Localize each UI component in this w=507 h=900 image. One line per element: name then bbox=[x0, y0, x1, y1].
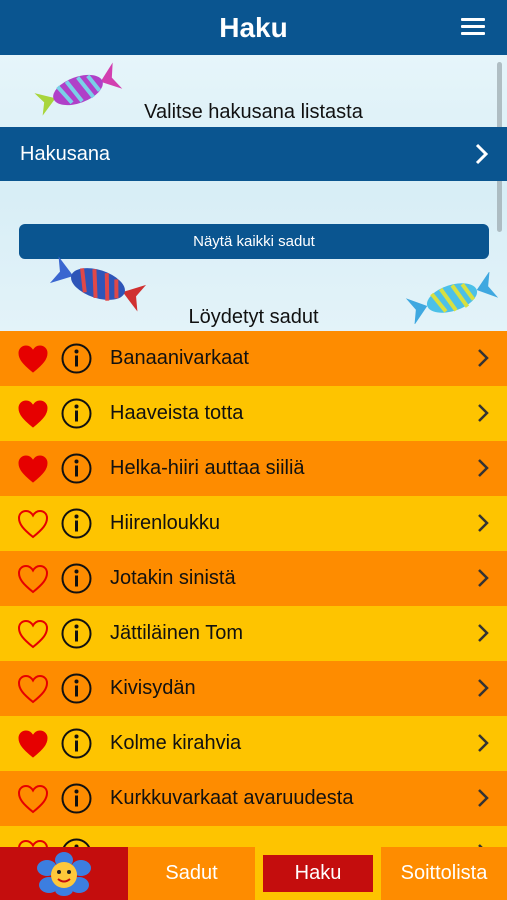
info-icon[interactable] bbox=[61, 728, 92, 759]
heart-outline-icon[interactable] bbox=[17, 674, 49, 704]
story-title: Hiirenloukku bbox=[110, 512, 221, 534]
heart-filled-icon[interactable] bbox=[17, 399, 49, 429]
heart-outline-icon[interactable] bbox=[17, 839, 49, 847]
chevron-right-icon bbox=[478, 789, 489, 807]
story-row[interactable]: Jättiläinen Tom bbox=[0, 606, 507, 661]
heart-outline-icon[interactable] bbox=[17, 784, 49, 814]
story-row[interactable]: Hiirenloukku bbox=[0, 496, 507, 551]
info-icon[interactable] bbox=[61, 838, 92, 847]
story-row[interactable]: Jotakin sinistä bbox=[0, 551, 507, 606]
tab-soittolista[interactable]: Soittolista bbox=[381, 847, 507, 900]
heart-filled-icon[interactable] bbox=[17, 454, 49, 484]
story-row[interactable]: Haaveista totta bbox=[0, 386, 507, 441]
hamburger-menu-icon[interactable] bbox=[461, 18, 485, 38]
found-stories-title: Löydetyt sadut bbox=[188, 306, 319, 328]
story-row[interactable]: Kivisydän bbox=[0, 661, 507, 716]
flower-logo-icon bbox=[37, 851, 91, 896]
info-icon[interactable] bbox=[61, 508, 92, 539]
info-icon[interactable] bbox=[61, 618, 92, 649]
chevron-right-icon bbox=[478, 624, 489, 642]
header-bar: Haku bbox=[0, 0, 507, 55]
story-row[interactable]: Kolme kirahvia bbox=[0, 716, 507, 771]
chevron-right-icon bbox=[478, 514, 489, 532]
info-icon[interactable] bbox=[61, 673, 92, 704]
story-title: Kivisydän bbox=[110, 677, 196, 699]
tab-home[interactable] bbox=[0, 847, 128, 900]
chevron-right-icon bbox=[478, 349, 489, 367]
story-row[interactable]: Kurkkuvarkaat avaruudesta bbox=[0, 771, 507, 826]
search-term-label: Hakusana bbox=[20, 143, 111, 165]
candy-icon bbox=[49, 256, 147, 312]
info-icon[interactable] bbox=[61, 563, 92, 594]
tab-sadut[interactable]: Sadut bbox=[128, 847, 255, 900]
heart-outline-icon[interactable] bbox=[17, 509, 49, 539]
story-list: Banaanivarkaat Haaveista totta Helka-hiiri… bbox=[0, 331, 507, 847]
heart-filled-icon[interactable] bbox=[17, 729, 49, 759]
heart-outline-icon[interactable] bbox=[17, 564, 49, 594]
search-prompt: Valitse hakusana listasta bbox=[144, 101, 363, 123]
story-row[interactable] bbox=[0, 826, 507, 847]
info-icon[interactable] bbox=[61, 343, 92, 374]
story-title: Banaanivarkaat bbox=[110, 347, 249, 369]
show-all-button[interactable]: Näytä kaikki sadut bbox=[19, 224, 489, 259]
info-icon[interactable] bbox=[61, 453, 92, 484]
tab-haku-label: Haku bbox=[263, 855, 373, 892]
chevron-right-icon bbox=[478, 734, 489, 752]
tab-haku[interactable]: Haku bbox=[255, 847, 381, 900]
chevron-right-icon bbox=[475, 143, 489, 165]
story-title: Jättiläinen Tom bbox=[110, 622, 244, 644]
tab-bar: Sadut Haku Soittolista bbox=[0, 847, 507, 900]
search-term-selector[interactable]: Hakusana bbox=[0, 127, 507, 181]
story-title: Helka-hiiri auttaa siiliä bbox=[110, 457, 305, 479]
chevron-right-icon bbox=[478, 679, 489, 697]
story-title: Kurkkuvarkaat avaruudesta bbox=[110, 787, 354, 809]
story-title: Kolme kirahvia bbox=[110, 732, 242, 754]
story-title: Jotakin sinistä bbox=[110, 567, 236, 589]
info-icon[interactable] bbox=[61, 398, 92, 429]
page-title: Haku bbox=[219, 12, 288, 43]
chevron-right-icon bbox=[478, 404, 489, 422]
story-row[interactable]: Banaanivarkaat bbox=[0, 331, 507, 386]
chevron-right-icon bbox=[478, 569, 489, 587]
story-row[interactable]: Helka-hiiri auttaa siiliä bbox=[0, 441, 507, 496]
story-title: Haaveista totta bbox=[110, 402, 244, 424]
chevron-right-icon bbox=[478, 459, 489, 477]
heart-filled-icon[interactable] bbox=[17, 344, 49, 374]
heart-outline-icon[interactable] bbox=[17, 619, 49, 649]
info-icon[interactable] bbox=[61, 783, 92, 814]
